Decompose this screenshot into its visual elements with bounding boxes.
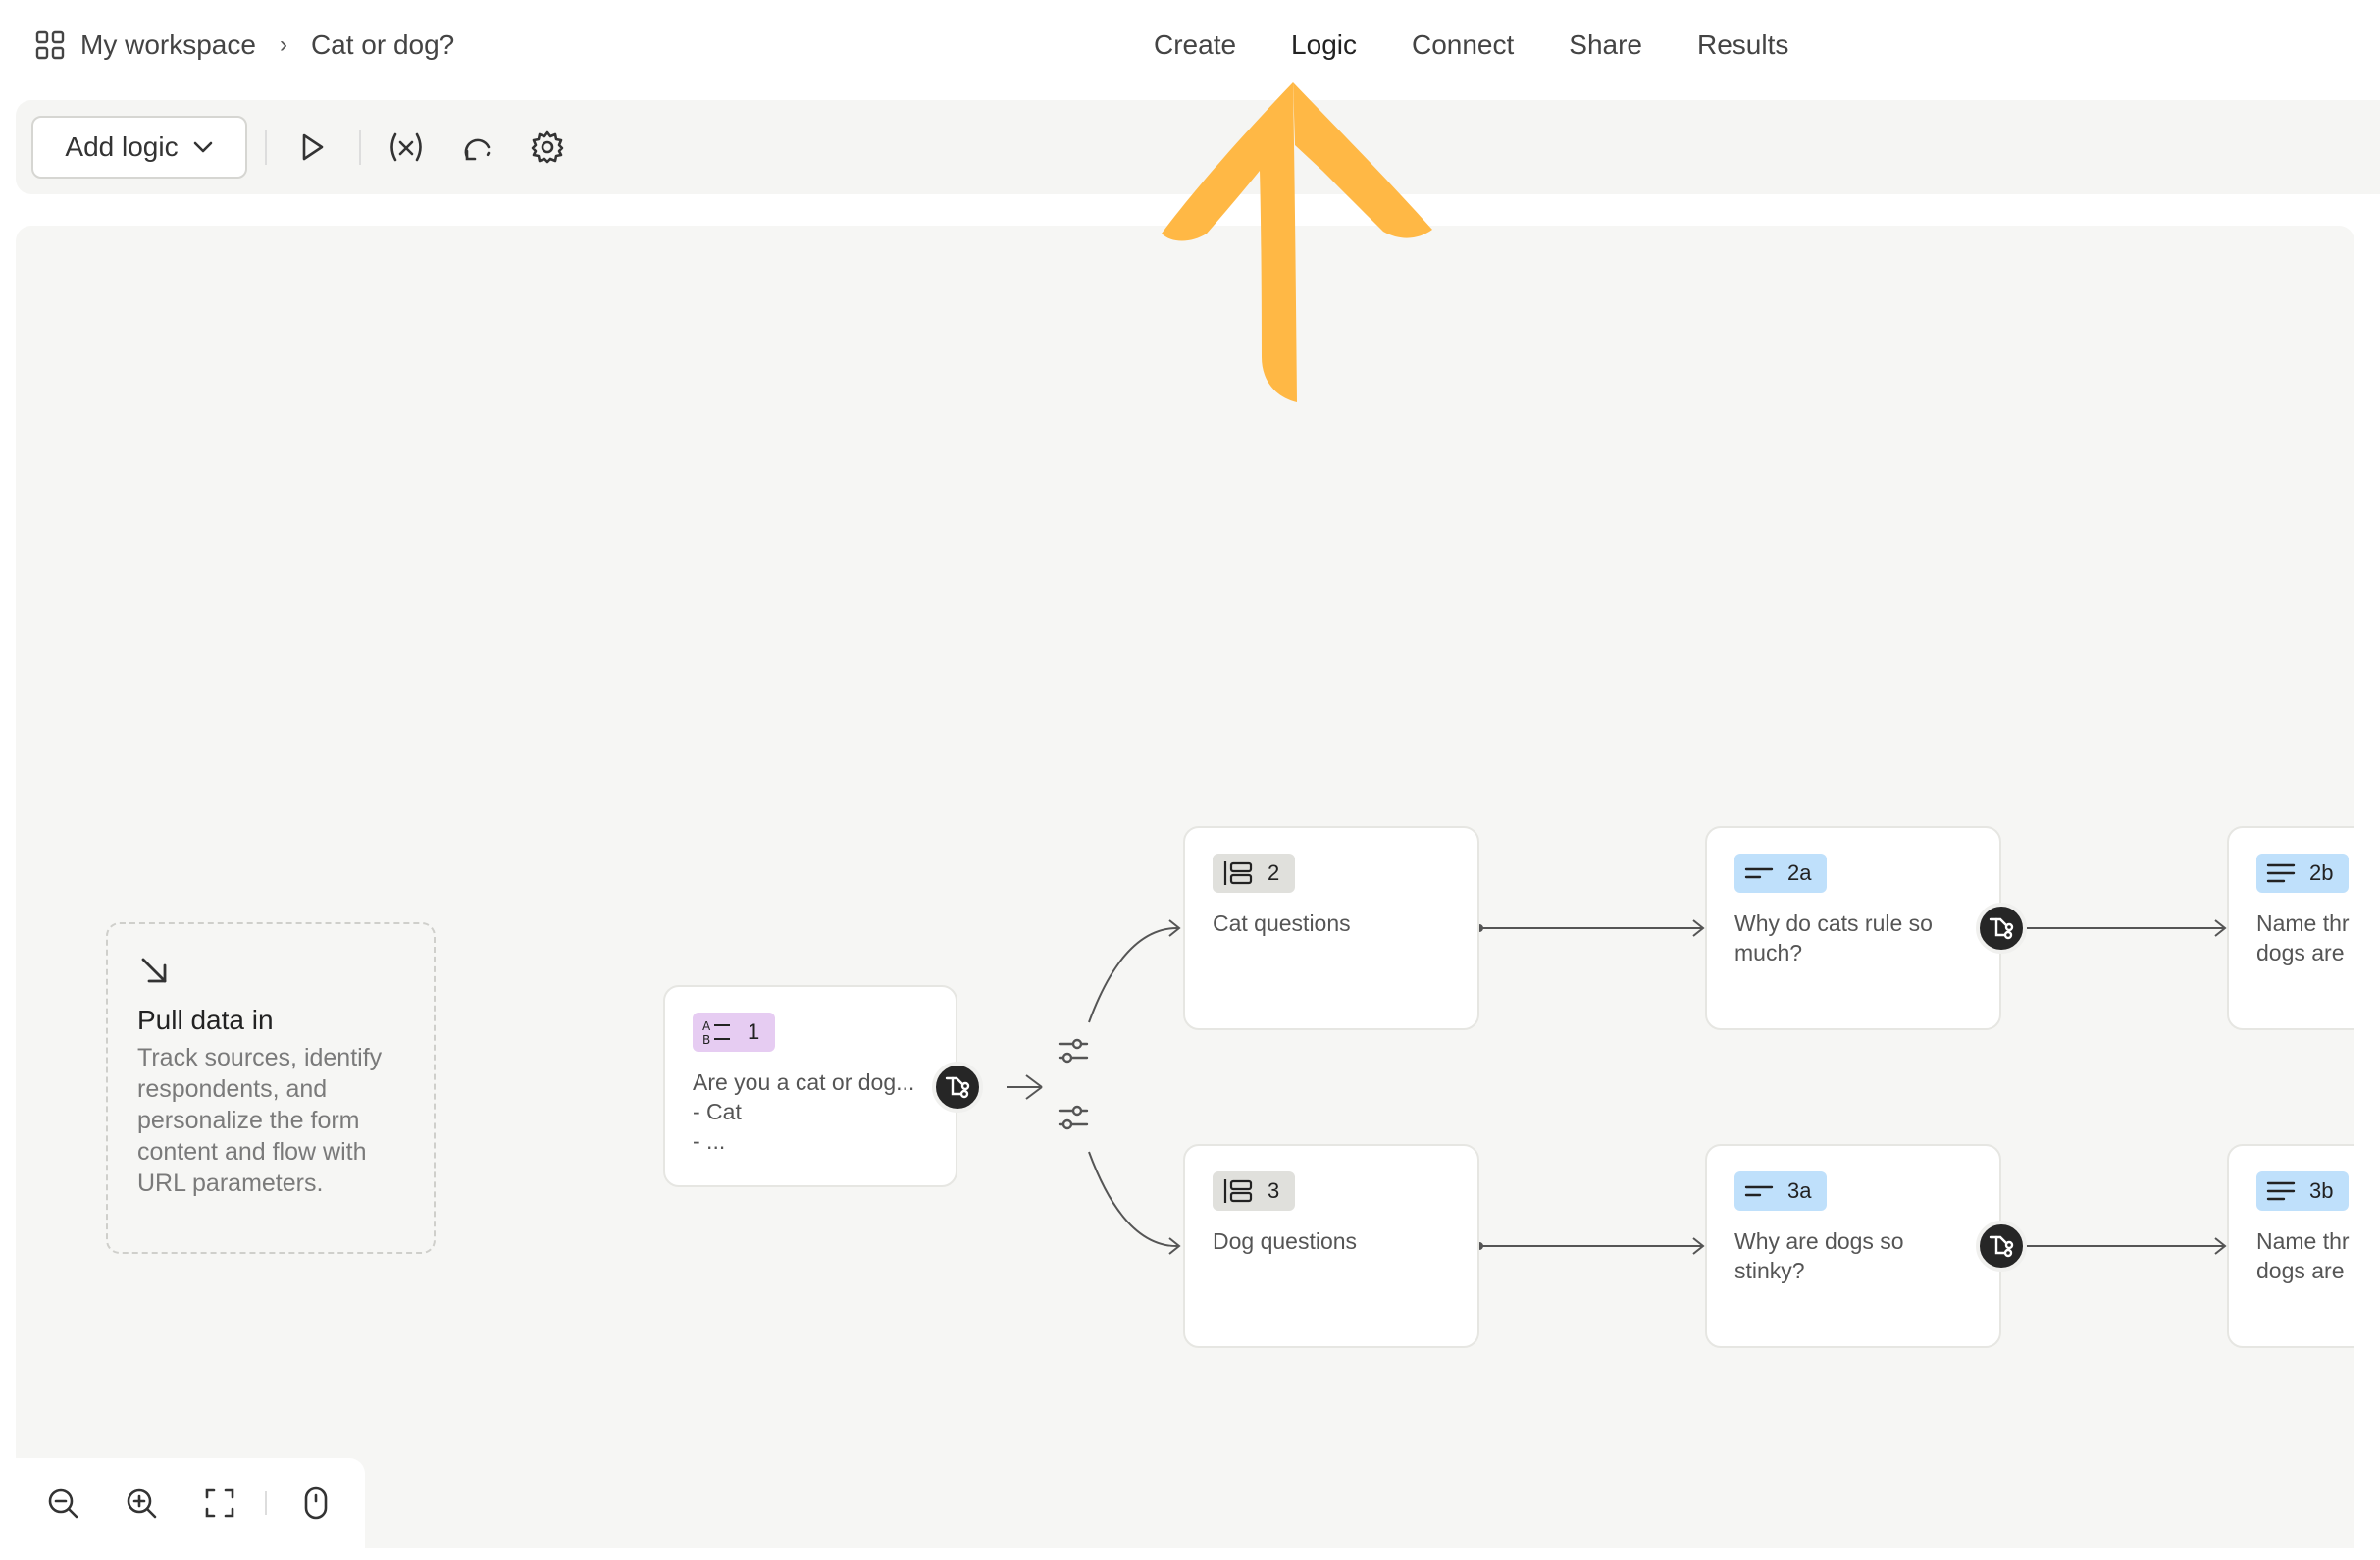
question-badge: 3 xyxy=(1213,1171,1296,1211)
tab-create[interactable]: Create xyxy=(1126,26,1264,65)
condition-filter-icon[interactable] xyxy=(1056,1101,1091,1136)
pull-data-card[interactable]: Pull data in Track sources, identify res… xyxy=(106,922,436,1254)
question-title: Why do cats rule so much? xyxy=(1734,910,1933,965)
workspace-grid-icon[interactable] xyxy=(35,30,65,60)
question-title: Are you a cat or dog... xyxy=(693,1069,915,1095)
branch-button[interactable] xyxy=(1976,903,2027,954)
branch-button[interactable] xyxy=(1976,1221,2027,1272)
question-badge: 2 xyxy=(1213,854,1296,893)
question-group-icon xyxy=(1223,861,1253,885)
question-title: Cat questions xyxy=(1213,910,1351,936)
fit-screen-icon[interactable] xyxy=(200,1483,239,1523)
tab-share[interactable]: Share xyxy=(1541,26,1670,65)
question-node-2a[interactable]: 2a Why do cats rule so much? xyxy=(1705,826,2001,1030)
settings-icon[interactable] xyxy=(526,126,569,169)
short-text-icon xyxy=(1744,867,1774,879)
question-title: Why are dogs so stinky? xyxy=(1734,1228,1904,1283)
question-node-3a[interactable]: 3a Why are dogs so stinky? xyxy=(1705,1144,2001,1348)
question-badge: 2a xyxy=(1734,854,1828,893)
short-text-icon xyxy=(1744,1185,1774,1197)
main-tabs: Create Logic Connect Share Results xyxy=(1126,26,1816,65)
question-title: Dog questions xyxy=(1213,1228,1358,1254)
svg-text:B: B xyxy=(702,1033,710,1046)
question-group-icon xyxy=(1223,1179,1253,1203)
breadcrumb-separator: › xyxy=(279,31,287,58)
add-logic-label: Add logic xyxy=(65,131,179,162)
zoom-in-icon[interactable] xyxy=(122,1483,161,1523)
question-node-2b[interactable]: 2b Name thr dogs are xyxy=(2227,826,2354,1030)
variables-icon[interactable] xyxy=(385,126,428,169)
question-group-node-2[interactable]: 2 Cat questions xyxy=(1183,826,1479,1030)
question-number: 3a xyxy=(1787,1178,1812,1203)
branch-icon xyxy=(945,1076,970,1099)
mouse-icon[interactable] xyxy=(296,1483,336,1523)
breadcrumb-form-title[interactable]: Cat or dog? xyxy=(311,29,454,61)
toolbar-divider xyxy=(359,130,361,165)
question-number: 3b xyxy=(2309,1178,2334,1203)
zoom-controls xyxy=(16,1458,365,1548)
question-badge: 3b xyxy=(2256,1171,2350,1211)
arrow-down-right-icon xyxy=(141,958,167,983)
question-number: 1 xyxy=(748,1019,760,1044)
branch-icon xyxy=(1989,917,2014,940)
tab-results[interactable]: Results xyxy=(1670,26,1816,65)
tab-connect[interactable]: Connect xyxy=(1384,26,1541,65)
breadcrumb-workspace[interactable]: My workspace xyxy=(80,29,256,61)
question-number: 2a xyxy=(1787,860,1812,885)
rotate-icon[interactable] xyxy=(455,126,498,169)
multiple-choice-icon: AB xyxy=(702,1019,730,1046)
chevron-down-icon xyxy=(193,141,212,153)
long-text-icon xyxy=(2266,863,2296,883)
question-option: - Cat xyxy=(693,1099,742,1124)
question-title: Name thr dogs are xyxy=(2256,910,2350,965)
question-group-node-3[interactable]: 3 Dog questions xyxy=(1183,1144,1479,1348)
question-title: Name thr dogs are xyxy=(2256,1228,2350,1283)
question-number: 2b xyxy=(2309,860,2334,885)
condition-filter-icon[interactable] xyxy=(1056,1034,1091,1069)
question-badge: 2b xyxy=(2256,854,2350,893)
add-logic-button[interactable]: Add logic xyxy=(31,116,247,179)
logic-canvas[interactable]: Pull data in Track sources, identify res… xyxy=(16,226,2354,1548)
toolbar-divider xyxy=(265,130,267,165)
question-node-3b[interactable]: 3b Name thr dogs are xyxy=(2227,1144,2354,1348)
svg-text:A: A xyxy=(702,1019,711,1033)
question-badge: 3a xyxy=(1734,1171,1828,1211)
question-number: 3 xyxy=(1268,1178,1280,1203)
annotation-arrow-up-icon xyxy=(1162,82,1432,402)
breadcrumb: My workspace › Cat or dog? xyxy=(35,26,454,65)
question-node-1[interactable]: AB 1 Are you a cat or dog... - Cat - ... xyxy=(663,985,957,1187)
play-icon[interactable] xyxy=(290,126,334,169)
zoom-divider xyxy=(265,1491,267,1515)
branch-button[interactable] xyxy=(932,1062,983,1113)
question-badge: AB 1 xyxy=(693,1013,776,1052)
tab-logic[interactable]: Logic xyxy=(1264,26,1384,65)
pull-data-title: Pull data in xyxy=(137,1005,274,1035)
branch-icon xyxy=(1989,1235,2014,1258)
long-text-icon xyxy=(2266,1181,2296,1201)
pull-data-description: Track sources, identify respondents, and… xyxy=(137,1044,383,1197)
question-option-more: - ... xyxy=(693,1128,726,1154)
zoom-out-icon[interactable] xyxy=(43,1483,82,1523)
question-number: 2 xyxy=(1268,860,1280,885)
